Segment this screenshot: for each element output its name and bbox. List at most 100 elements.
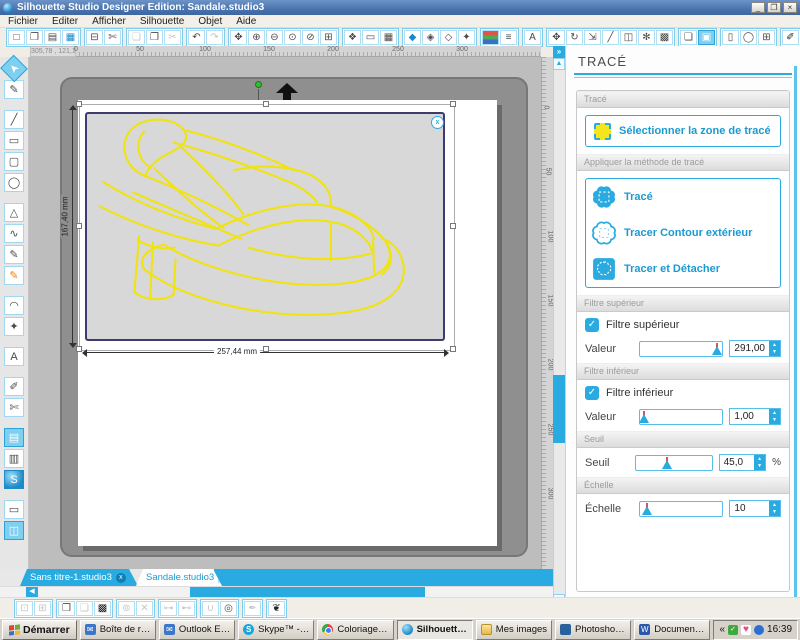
transform-move-icon[interactable]: ✥ [548,30,565,45]
selection-handle[interactable] [450,223,456,229]
curve-tool-icon[interactable]: ∿ [4,224,24,243]
spin-arrows-icon[interactable]: ▲▼ [754,455,765,470]
selection-handle[interactable] [263,101,269,107]
menu-afficher[interactable]: Afficher [92,16,126,27]
transform-rotate-icon[interactable]: ↻ [566,30,583,45]
slider-handle[interactable] [639,414,649,423]
save-icon[interactable]: ▤ [44,30,61,45]
taskbar-item-skype[interactable]: S Skype™ - live:gue... [238,620,314,640]
filter-low-spinbox[interactable]: 1,00 ▲▼ [729,408,781,425]
spin-arrows-icon[interactable]: ▲▼ [769,341,780,356]
tab-sans-titre[interactable]: Sans titre-1.studio3 x [20,569,138,586]
redo-icon[interactable]: ↷ [206,30,223,45]
library-icon[interactable]: ▥ [4,449,24,468]
scale-handles-icon[interactable]: ⊞ [34,601,51,616]
slider-handle[interactable] [712,346,722,355]
filter-low-checkbox[interactable]: ✓ [585,386,599,400]
select-trace-area-button[interactable]: Sélectionner la zone de tracé [585,115,781,147]
freehand-tool-icon[interactable]: ✎ [4,245,24,264]
weld-icon[interactable]: ∪ [202,601,219,616]
shadow-icon[interactable]: ◆ [404,30,421,45]
mirror-duplicate-icon[interactable]: ❏ [76,601,93,616]
split-window-icon[interactable]: ◫ [4,521,24,540]
taskbar-item-coloriages[interactable]: Coloriages et imag... [317,620,393,640]
transform-mirror-icon[interactable]: ◫ [620,30,637,45]
eraser-dark-icon[interactable]: ✐ [782,30,799,45]
rectangle-tool-icon[interactable]: ▭ [4,131,24,150]
unlink-icon[interactable]: ⊷ [178,601,195,616]
panel-expand-button[interactable]: » [553,46,565,58]
zoom-in-icon[interactable]: ⊕ [248,30,265,45]
menu-fichier[interactable]: Fichier [8,16,38,27]
taskbar-item-word[interactable]: W Document1 - Micro... [634,620,710,640]
transform-spiral-icon[interactable]: ✻ [638,30,655,45]
trace-panel-icon[interactable]: ▣ [698,30,715,45]
selected-trace-image[interactable] [85,112,445,341]
filter-high-checkbox[interactable]: ✓ [585,318,599,332]
taskbar-item-photoshop[interactable]: Photoshop Elemen... [555,620,631,640]
zoom-out-icon[interactable]: ⊖ [266,30,283,45]
taskbar-item-inbox[interactable]: ✉ Boîte de réception ... [80,620,156,640]
group-icon[interactable]: ⊚ [118,601,135,616]
undo-icon[interactable]: ↶ [188,30,205,45]
page-setup-icon[interactable]: ▭ [362,30,379,45]
scroll-left-button[interactable]: ◀ [26,587,38,597]
menu-aide[interactable]: Aide [236,16,256,27]
duplicate-icon[interactable]: ❐ [58,601,75,616]
shadow-inner-icon[interactable]: ◈ [422,30,439,45]
trace-and-detach-button[interactable]: Tracer et Détacher [586,251,780,287]
image-close-badge[interactable]: x [431,116,444,129]
line-tool-icon[interactable]: ╱ [4,110,24,129]
slider-handle[interactable] [642,506,652,515]
fill-color-icon[interactable]: ▆ [482,30,499,45]
selection-handle[interactable] [450,101,456,107]
smooth-freehand-tool-icon[interactable]: ✎ [4,266,24,285]
seuil-spinbox[interactable]: 45,0 ▲▼ [719,454,766,471]
filter-low-slider[interactable] [639,409,724,425]
offset-nodes-icon[interactable]: ✦ [458,30,475,45]
tab-close-icon[interactable]: x [116,573,126,583]
knife-tool-icon[interactable]: ✄ [4,398,24,417]
text-style-icon[interactable]: A [524,30,541,45]
seuil-slider[interactable] [635,455,713,471]
transform-pattern-icon[interactable]: ▩ [656,30,673,45]
page-view-icon[interactable]: ▯ [722,30,739,45]
eraser-tool-icon[interactable]: ✐ [4,377,24,396]
horizontal-scrollbar-thumb[interactable] [190,587,425,597]
print-icon[interactable]: ⊟ [86,30,103,45]
design-page-icon[interactable]: ▤ [4,428,24,447]
selection-handle[interactable] [76,223,82,229]
minimize-button[interactable]: _ [751,2,765,13]
copy-icon[interactable]: ❏ [128,30,145,45]
filter-high-spinbox[interactable]: 291,00 ▲▼ [729,340,781,357]
spin-arrows-icon[interactable]: ▲▼ [769,409,780,424]
save-to-library-icon[interactable]: ▦ [62,30,79,45]
menu-silhouette[interactable]: Silhouette [140,16,184,27]
filter-high-slider[interactable] [639,341,724,357]
cut-icon[interactable]: ✂ [164,30,181,45]
vertical-scrollbar-thumb[interactable] [553,375,565,443]
arrange-icon[interactable]: ▩ [94,601,111,616]
link-icon[interactable]: ⊶ [160,601,177,616]
eyedropper-icon[interactable]: ✒ [244,601,261,616]
edit-points-tool-icon[interactable]: ✎ [4,80,24,99]
transform-handles-icon[interactable]: ⊡ [16,601,33,616]
menu-objet[interactable]: Objet [198,16,222,27]
close-button[interactable]: × [783,2,797,13]
store-icon[interactable]: S [4,470,24,489]
scroll-up-button[interactable]: ▲ [553,58,565,70]
panel-scrollbar[interactable] [794,66,797,614]
rounded-rectangle-tool-icon[interactable]: ▢ [4,152,24,171]
line-style-icon[interactable]: ≡ [500,30,517,45]
fit-page-icon[interactable]: ⊞ [320,30,337,45]
taskbar-item-outlook[interactable]: ✉ Outlook Express [159,620,235,640]
zoom-reset-icon[interactable]: ⊘ [302,30,319,45]
arc-tool-icon[interactable]: ◠ [4,296,24,315]
tray-expand-chevron[interactable]: « [719,624,725,635]
vertical-scrollbar-track[interactable] [553,70,565,594]
shape-view-icon[interactable]: ◯ [740,30,757,45]
tab-sandale[interactable]: Sandale.studio3 x [136,569,222,586]
echelle-spinbox[interactable]: 10 ▲▼ [729,500,781,517]
trace-method-button[interactable]: Tracé [586,179,780,215]
reveal-tool-icon[interactable]: ❖ [344,30,361,45]
